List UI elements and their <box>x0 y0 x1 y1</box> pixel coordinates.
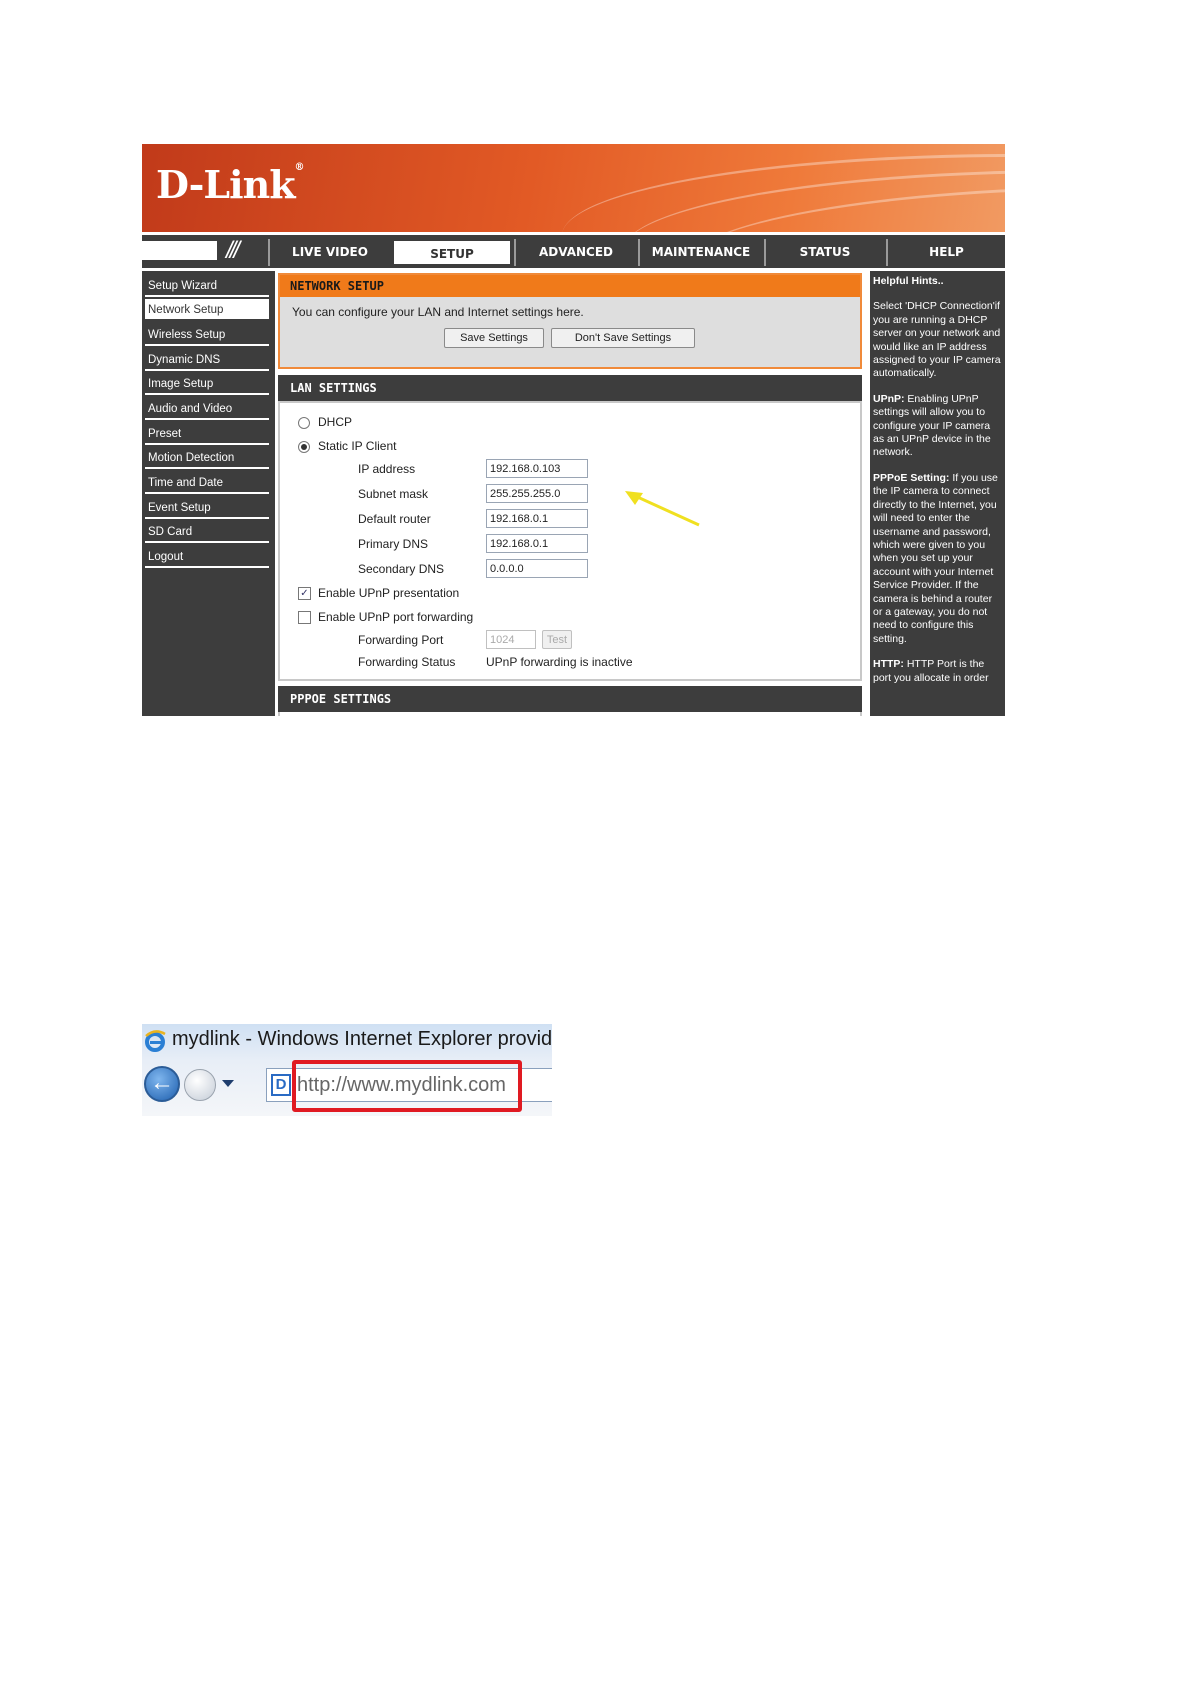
hints-pppoe-head: PPPoE Setting: <box>873 471 950 484</box>
primary-dns-label: Primary DNS <box>358 537 429 551</box>
back-arrow-icon: ← <box>150 1069 174 1096</box>
sidebar-item-network-setup[interactable]: Network Setup <box>145 299 269 321</box>
test-button[interactable]: Test <box>542 630 572 649</box>
forwarding-status-label: Forwarding Status <box>358 655 456 669</box>
ip-address-input[interactable]: 192.168.0.103 <box>486 459 588 478</box>
setup-sidebar: Setup Wizard Network Setup Wireless Setu… <box>142 271 275 716</box>
dont-save-settings-button[interactable]: Don't Save Settings <box>551 328 695 348</box>
default-router-label: Default router <box>358 512 431 526</box>
sidebar-item-motion-detection[interactable]: Motion Detection <box>145 447 269 469</box>
dlink-setup-screenshot: D-Link® /// LIVE VIDEO SETUP ADVANCED MA… <box>142 144 1005 716</box>
nav-model-area: /// <box>142 235 268 268</box>
lan-settings-body: DHCP Static IP Client IP address 192.168… <box>278 401 862 681</box>
sidebar-item-audio-video[interactable]: Audio and Video <box>145 398 269 420</box>
tab-advanced[interactable]: ADVANCED <box>514 239 636 266</box>
secondary-dns-label: Secondary DNS <box>358 562 445 576</box>
forwarding-port-label: Forwarding Port <box>358 633 444 647</box>
static-ip-label: Static IP Client <box>318 439 397 453</box>
dlink-banner: D-Link® <box>142 144 1005 232</box>
tab-status[interactable]: STATUS <box>764 239 884 266</box>
back-button[interactable]: ← <box>144 1066 180 1102</box>
hints-dhcp: Select 'DHCP Connection'if you are runni… <box>873 300 1001 380</box>
ie-address-bar-screenshot: mydlink - Windows Internet Explorer prov… <box>142 1024 552 1116</box>
upnp-presentation-checkbox[interactable]: ✓ <box>298 587 311 600</box>
save-settings-button[interactable]: Save Settings <box>444 328 544 348</box>
pppoe-settings-body <box>278 712 862 716</box>
main-content: NETWORK SETUP You can configure your LAN… <box>278 271 868 716</box>
dlink-logo: D-Link® <box>156 162 305 207</box>
subnet-mask-input[interactable]: 255.255.255.0 <box>486 484 588 503</box>
forward-button[interactable] <box>184 1069 216 1101</box>
forwarding-status-value: UPnP forwarding is inactive <box>486 655 633 669</box>
upnp-forwarding-checkbox[interactable] <box>298 611 311 624</box>
dhcp-radio[interactable] <box>298 417 310 429</box>
primary-dns-input[interactable]: 192.168.0.1 <box>486 534 588 553</box>
default-router-input[interactable]: 192.168.0.1 <box>486 509 588 528</box>
tab-live-video[interactable]: LIVE VIDEO <box>268 239 390 266</box>
sidebar-item-event-setup[interactable]: Event Setup <box>145 497 269 519</box>
tab-maintenance[interactable]: MAINTENANCE <box>638 239 762 266</box>
yellow-arrow-icon <box>625 491 700 527</box>
site-favicon-icon: D <box>271 1074 291 1096</box>
pppoe-settings-header: PPPOE SETTINGS <box>278 686 862 712</box>
helpful-hints-panel: Helpful Hints.. Select 'DHCP Connection'… <box>870 271 1005 716</box>
hints-pppoe: If you use the IP camera to connect dire… <box>873 471 998 645</box>
ie-logo-icon <box>145 1030 166 1052</box>
network-setup-panel: NETWORK SETUP You can configure your LAN… <box>278 273 862 369</box>
url-highlight-box <box>292 1060 522 1112</box>
secondary-dns-input[interactable]: 0.0.0.0 <box>486 559 588 578</box>
sidebar-item-image-setup[interactable]: Image Setup <box>145 373 269 395</box>
dhcp-label: DHCP <box>318 415 353 429</box>
sidebar-item-dynamic-dns[interactable]: Dynamic DNS <box>145 349 269 371</box>
model-box <box>142 241 217 260</box>
window-title: mydlink - Windows Internet Explorer prov… <box>172 1028 552 1050</box>
sidebar-item-logout[interactable]: Logout <box>145 546 269 568</box>
sidebar-item-preset[interactable]: Preset <box>145 423 269 445</box>
ip-address-label: IP address <box>358 462 416 476</box>
sidebar-item-setup-wizard[interactable]: Setup Wizard <box>145 275 269 297</box>
hints-http-head: HTTP: <box>873 658 904 671</box>
network-setup-title: NETWORK SETUP <box>280 275 860 297</box>
tab-setup[interactable]: SETUP <box>392 239 512 266</box>
sidebar-item-wireless-setup[interactable]: Wireless Setup <box>145 324 269 346</box>
upnp-presentation-label: Enable UPnP presentation <box>318 586 460 600</box>
tab-help[interactable]: HELP <box>886 239 1005 266</box>
forwarding-port-input[interactable]: 1024 <box>486 630 536 649</box>
hints-title: Helpful Hints.. <box>873 275 944 287</box>
sidebar-item-sd-card[interactable]: SD Card <box>145 521 269 543</box>
slash-decoration: /// <box>226 237 240 264</box>
hints-upnp-head: UPnP: <box>873 392 905 405</box>
upnp-forwarding-label: Enable UPnP port forwarding <box>318 610 474 624</box>
static-ip-radio[interactable] <box>298 441 310 453</box>
subnet-mask-label: Subnet mask <box>358 487 429 501</box>
sidebar-item-time-date[interactable]: Time and Date <box>145 472 269 494</box>
history-dropdown-icon[interactable] <box>222 1080 234 1087</box>
lan-settings-header: LAN SETTINGS <box>278 375 862 401</box>
top-navigation: /// LIVE VIDEO SETUP ADVANCED MAINTENANC… <box>142 235 1005 268</box>
network-setup-description: You can configure your LAN and Internet … <box>292 305 584 319</box>
